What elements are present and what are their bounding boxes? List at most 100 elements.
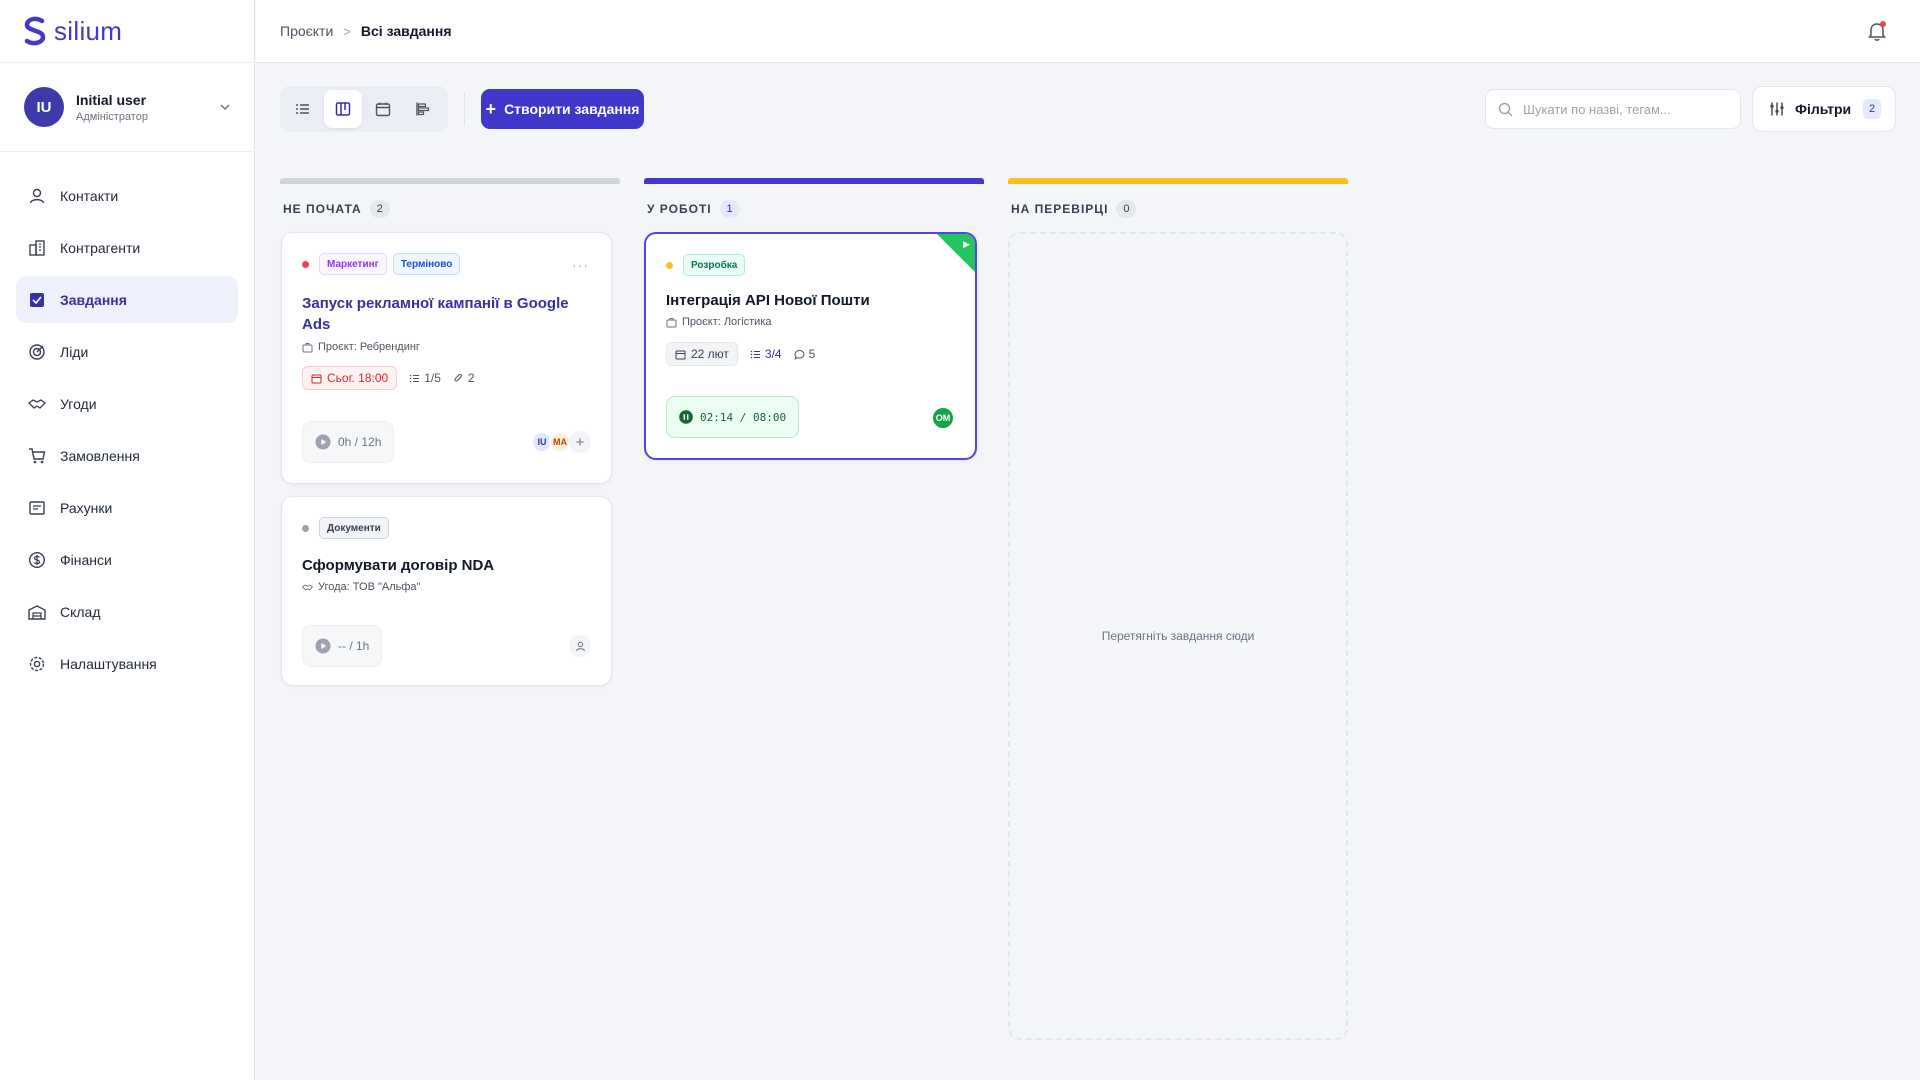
tag-documents[interactable]: Документи	[319, 517, 389, 539]
view-calendar-button[interactable]	[364, 90, 402, 128]
list-icon	[296, 104, 309, 114]
plus-icon: +	[485, 99, 497, 119]
sidebar-item-deals[interactable]: Угоди	[16, 380, 238, 427]
view-kanban-button[interactable]	[324, 90, 362, 128]
subtasks-counter: 1/5	[409, 371, 441, 385]
column-status-bar	[1008, 178, 1348, 184]
user-name: Initial user	[76, 91, 147, 108]
avatar[interactable]: OM	[931, 406, 955, 430]
due-date-badge[interactable]: 22 лют	[666, 342, 738, 366]
cart-icon	[29, 447, 46, 463]
column-header: НА ПЕРЕВІРЦІ 0	[1008, 192, 1348, 226]
sidebar-item-finances[interactable]: Фінанси	[16, 536, 238, 583]
drop-zone[interactable]: Перетягніть завдання сюди	[1008, 232, 1348, 1040]
tag-marketing[interactable]: Маркетинг	[319, 253, 387, 275]
checklist-icon	[409, 374, 420, 382]
task-card-active[interactable]: ▶ Розробка Інтеграція API Нової Пошти Пр…	[644, 232, 977, 460]
column-title: НА ПЕРЕВІРЦІ	[1011, 202, 1109, 216]
sidebar-item-label: Склад	[60, 603, 101, 620]
calendar-icon	[675, 350, 686, 359]
task-title[interactable]: Сформувати договір NDA	[302, 555, 592, 576]
column-count-badge: 2	[369, 200, 390, 218]
task-project-label: Проєкт: Ребрендинг	[318, 341, 420, 353]
search-box[interactable]	[1485, 89, 1741, 129]
sidebar: silium IU Initial user Адміністратор Кон…	[0, 0, 255, 1080]
task-card[interactable]: Маркетинг Терміново ··· Запуск рекламної…	[281, 232, 612, 484]
task-title[interactable]: Запуск рекламної кампанії в Google Ads	[302, 293, 592, 335]
sidebar-item-settings[interactable]: Налаштування	[16, 640, 238, 687]
create-task-button[interactable]: + Створити завдання	[481, 89, 644, 129]
time-tracker[interactable]: 0h / 12h	[302, 421, 395, 463]
play-icon: ▶	[963, 239, 970, 249]
assignees: OM	[931, 406, 955, 430]
column-count-badge: 1	[719, 200, 740, 218]
assign-user-button[interactable]	[569, 635, 591, 657]
column-count-badge: 0	[1116, 200, 1137, 218]
breadcrumb-projects[interactable]: Проєкти	[280, 23, 333, 39]
toolbar-divider	[464, 92, 465, 126]
sidebar-item-tasks[interactable]: Завдання	[16, 276, 238, 323]
time-tracker-running[interactable]: 02:14 / 08:00	[666, 396, 800, 438]
sidebar-item-leads[interactable]: Ліди	[16, 328, 238, 375]
avatar[interactable]: MA	[549, 431, 571, 453]
due-date-badge[interactable]: Сьог. 18:00	[302, 366, 398, 390]
top-bar: Проєкти > Всі завдання	[256, 0, 1920, 63]
user-icon	[575, 641, 585, 651]
view-list-button[interactable]	[284, 90, 322, 128]
silium-logo-icon	[24, 16, 46, 46]
notifications-button[interactable]	[1866, 20, 1888, 42]
view-gantt-button[interactable]	[404, 90, 442, 128]
tag-development[interactable]: Розробка	[683, 254, 746, 276]
priority-indicator	[302, 524, 309, 532]
search-icon	[1498, 102, 1513, 116]
sidebar-item-counterparties[interactable]: Контрагенти	[16, 224, 238, 271]
briefcase-icon	[302, 342, 313, 352]
user-role: Адміністратор	[76, 110, 148, 123]
task-deal-label: Угода: ТОВ "Альфа"	[318, 581, 421, 593]
gear-icon	[29, 656, 45, 671]
column-in-review: НА ПЕРЕВІРЦІ 0	[1008, 178, 1348, 226]
column-title: НЕ ПОЧАТА	[283, 202, 362, 216]
search-input[interactable]	[1523, 101, 1723, 117]
avatar: IU	[24, 87, 64, 127]
tag-urgent[interactable]: Терміново	[392, 253, 461, 275]
sidebar-item-label: Замовлення	[60, 447, 140, 464]
sidebar-item-label: Ліди	[60, 343, 89, 360]
more-options-icon[interactable]: ···	[572, 257, 589, 273]
priority-indicator	[302, 260, 309, 268]
handshake-icon	[28, 398, 46, 409]
add-assignee-button[interactable]: +	[569, 431, 591, 453]
board-toolbar: + Створити завдання Фільтри 2	[280, 86, 1896, 132]
filters-button[interactable]: Фільтри 2	[1752, 86, 1896, 132]
sidebar-item-invoices[interactable]: Рахунки	[16, 484, 238, 531]
time-tracker[interactable]: -- / 1h	[302, 625, 383, 667]
filters-label: Фільтри	[1795, 101, 1852, 117]
drop-zone-hint: Перетягніть завдання сюди	[1101, 629, 1255, 643]
warehouse-icon	[28, 604, 46, 620]
sidebar-item-contacts[interactable]: Контакти	[16, 172, 238, 219]
logo-text: silium	[54, 15, 123, 46]
priority-indicator	[666, 261, 673, 269]
assignees: IU MA +	[531, 431, 591, 453]
sidebar-item-label: Завдання	[60, 291, 127, 308]
sidebar-item-orders[interactable]: Замовлення	[16, 432, 238, 479]
briefcase-icon	[666, 317, 677, 327]
dollar-icon	[28, 551, 46, 568]
sidebar-item-warehouse[interactable]: Склад	[16, 588, 238, 635]
handshake-icon	[302, 583, 313, 591]
sidebar-item-label: Рахунки	[60, 499, 113, 516]
sliders-icon	[1770, 102, 1784, 116]
user-switcher[interactable]: IU Initial user Адміністратор	[0, 62, 254, 152]
attachments-counter: 2	[453, 371, 475, 385]
task-card[interactable]: Документи Сформувати договір NDA Угода: …	[281, 496, 612, 686]
comments-text: 5	[808, 347, 816, 361]
chevron-down-icon[interactable]	[218, 100, 232, 114]
card-tags: Розробка	[666, 254, 746, 276]
column-not-started: НЕ ПОЧАТА 2	[280, 178, 620, 226]
assignees	[569, 635, 591, 657]
task-title[interactable]: Інтеграція API Нової Пошти	[666, 290, 956, 311]
column-header: У РОБОТІ 1	[644, 192, 984, 226]
logo[interactable]: silium	[0, 0, 254, 62]
due-date-text: 22 лют	[691, 347, 729, 361]
calendar-icon	[311, 374, 322, 383]
